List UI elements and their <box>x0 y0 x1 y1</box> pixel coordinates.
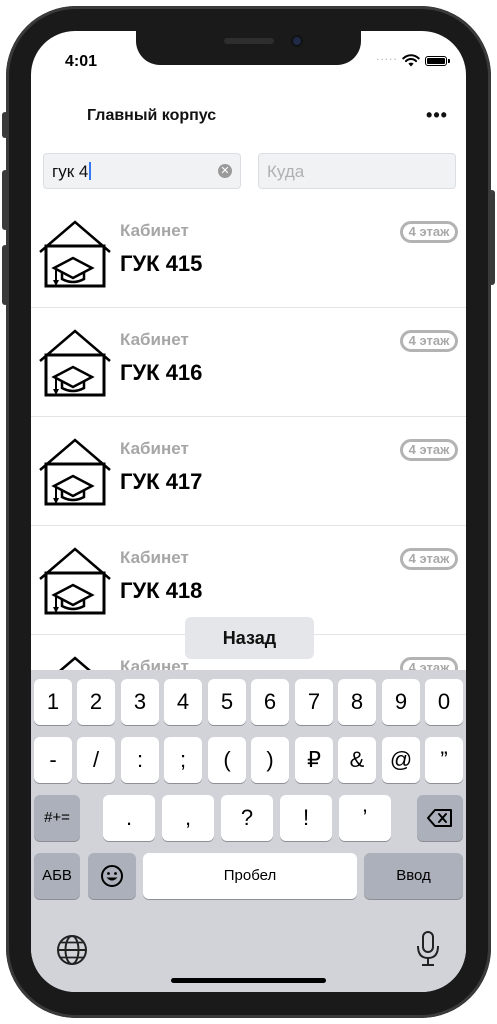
speaker-grille <box>224 38 274 44</box>
key-5[interactable]: 5 <box>208 679 246 725</box>
to-search-placeholder: Куда <box>267 162 305 181</box>
microphone-icon[interactable] <box>414 930 442 968</box>
from-search-value: гук 4 <box>52 162 89 181</box>
key-ampersand[interactable]: & <box>338 737 376 783</box>
space-key[interactable]: Пробел <box>143 853 357 899</box>
key-4[interactable]: 4 <box>164 679 202 725</box>
device-volume-down <box>2 245 8 305</box>
floor-badge: 4 этаж <box>400 548 458 570</box>
key-3[interactable]: 3 <box>121 679 159 725</box>
key-7[interactable]: 7 <box>295 679 333 725</box>
alphabet-key[interactable]: АБВ <box>34 853 80 899</box>
globe-icon[interactable] <box>55 933 89 967</box>
battery-icon <box>425 56 450 66</box>
emoji-key[interactable] <box>88 853 136 899</box>
list-item[interactable]: Кабинет ГУК 417 4 этаж <box>31 417 466 526</box>
room-name: ГУК 416 <box>120 360 203 385</box>
key-0[interactable]: 0 <box>425 679 463 725</box>
room-name: ГУК 417 <box>120 469 203 494</box>
backspace-icon <box>427 809 452 827</box>
key-close-paren[interactable]: ) <box>251 737 289 783</box>
key-9[interactable]: 9 <box>382 679 420 725</box>
key-6[interactable]: 6 <box>251 679 289 725</box>
key-hyphen[interactable]: - <box>34 737 72 783</box>
home-indicator[interactable] <box>171 978 326 983</box>
screen: 4:01 ..... Главный корпус ••• гук 4 ✕ Ку… <box>31 31 466 992</box>
numeric-keyboard: 1 2 3 4 5 6 7 8 9 0 - / : ; ( ) ₽ & @ ” … <box>31 670 466 992</box>
key-exclamation[interactable]: ! <box>280 795 332 841</box>
key-semicolon[interactable]: ; <box>164 737 202 783</box>
floor-badge: 4 этаж <box>400 330 458 352</box>
room-type-label: Кабинет <box>120 330 189 349</box>
wifi-icon <box>402 54 420 67</box>
key-period[interactable]: . <box>103 795 155 841</box>
room-name: ГУК 415 <box>120 251 203 276</box>
room-type-label: Кабинет <box>120 439 189 458</box>
university-building-icon <box>39 438 111 506</box>
back-button[interactable]: Назад <box>185 617 314 659</box>
more-options-button[interactable]: ••• <box>422 106 452 129</box>
device-power-button <box>489 190 495 285</box>
key-slash[interactable]: / <box>77 737 115 783</box>
key-question[interactable]: ? <box>221 795 273 841</box>
list-item[interactable]: Кабинет ГУК 416 4 этаж <box>31 308 466 417</box>
notch <box>136 31 361 65</box>
key-quote[interactable]: ” <box>425 737 463 783</box>
clear-search-icon[interactable]: ✕ <box>218 164 232 178</box>
key-open-paren[interactable]: ( <box>208 737 246 783</box>
key-at[interactable]: @ <box>382 737 420 783</box>
to-search-input[interactable]: Куда <box>258 153 456 189</box>
key-1[interactable]: 1 <box>34 679 72 725</box>
page-title: Главный корпус <box>87 107 217 124</box>
status-time: 4:01 <box>65 53 98 70</box>
key-apostrophe[interactable]: ’ <box>339 795 391 841</box>
list-item[interactable]: Кабинет ГУК 415 4 этаж <box>31 199 466 308</box>
floor-badge: 4 этаж <box>400 221 458 243</box>
floor-badge: 4 этаж <box>400 439 458 461</box>
device-volume-up <box>2 170 8 230</box>
from-search-input[interactable]: гук 4 ✕ <box>43 153 241 189</box>
university-building-icon <box>39 220 111 288</box>
key-ruble[interactable]: ₽ <box>295 737 333 783</box>
university-building-icon <box>39 329 111 397</box>
symbols-key[interactable]: #+= <box>34 795 80 841</box>
key-2[interactable]: 2 <box>77 679 115 725</box>
backspace-key[interactable] <box>417 795 463 841</box>
emoji-icon <box>101 865 123 887</box>
device-side-button <box>2 112 8 138</box>
room-type-label: Кабинет <box>120 548 189 567</box>
signal-dots: ..... <box>376 49 398 63</box>
front-camera <box>291 35 303 47</box>
university-building-icon <box>39 547 111 615</box>
key-colon[interactable]: : <box>121 737 159 783</box>
key-comma[interactable]: , <box>162 795 214 841</box>
room-name: ГУК 418 <box>120 578 203 603</box>
text-caret <box>89 162 92 180</box>
room-type-label: Кабинет <box>120 221 189 240</box>
return-key[interactable]: Ввод <box>364 853 463 899</box>
key-8[interactable]: 8 <box>338 679 376 725</box>
